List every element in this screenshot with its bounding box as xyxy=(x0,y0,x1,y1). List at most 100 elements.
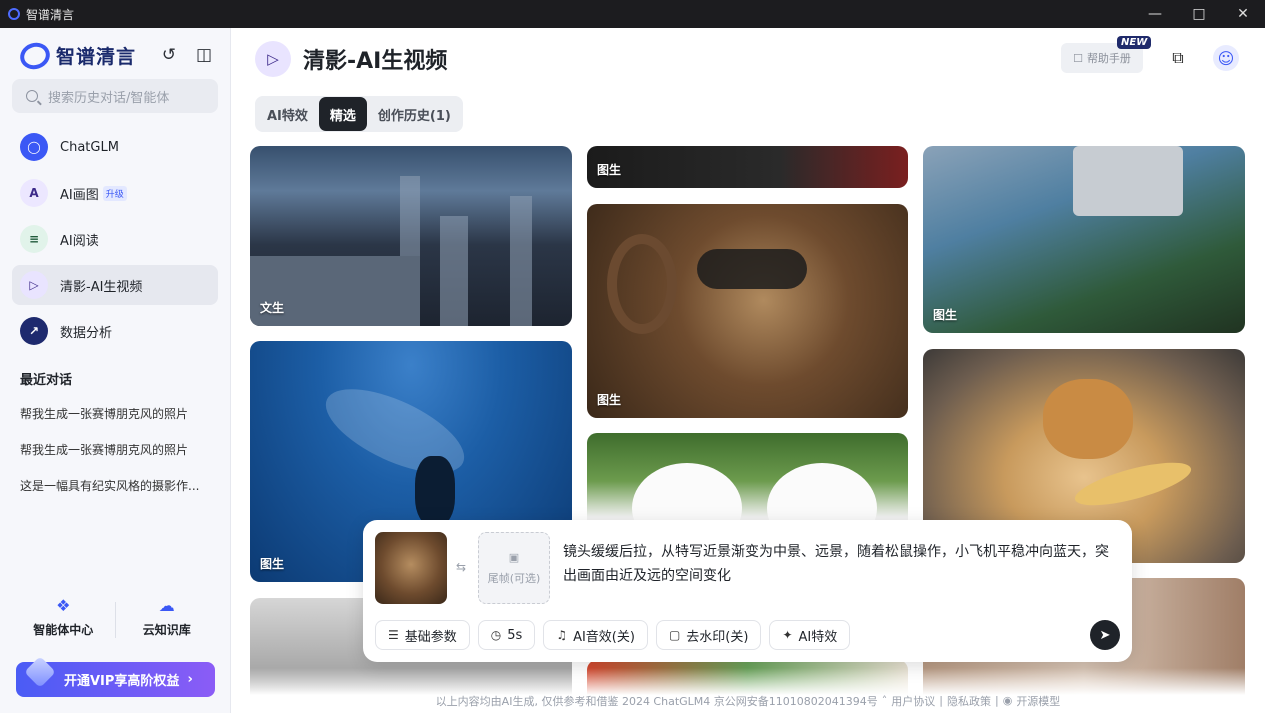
tab-ai-effects[interactable]: AI特效 xyxy=(256,97,319,131)
tab-history[interactable]: 创作历史(1) xyxy=(367,97,462,131)
basic-params-button[interactable]: ☰ 基础参数 xyxy=(375,620,470,650)
gallery-card[interactable]: 图生 xyxy=(587,204,908,418)
window-title: 智谱清言 xyxy=(26,7,75,22)
building-shape xyxy=(440,216,468,326)
option-label: 基础参数 xyxy=(404,629,457,645)
ai-sound-button[interactable]: ♫ AI音效(关) xyxy=(543,620,648,650)
page-title: 清影-AI生视频 xyxy=(303,49,448,74)
clock-icon: ◷ xyxy=(490,628,502,642)
music-off-icon: ♫ xyxy=(556,628,568,642)
vip-upgrade-button[interactable]: 开通VIP享高阶权益 › xyxy=(16,656,215,697)
user-avatar[interactable]: ☺ xyxy=(1213,45,1239,71)
duration-button[interactable]: ◷ 5s xyxy=(477,620,536,650)
search-placeholder: 搜索历史对话/智能体 xyxy=(48,90,170,106)
tab-featured[interactable]: 精选 xyxy=(318,97,367,131)
video-play-icon: ▷ xyxy=(20,271,48,299)
help-icon: ☐ xyxy=(1073,51,1083,65)
card-type-label: 图生 xyxy=(933,308,958,322)
gallery-card[interactable]: 图生 xyxy=(923,146,1245,333)
main-panel: 文生 图生 图生 图生 图生 ▷ 清影-AI生视频 ☐ 帮助手册 NEW ⧉ ☺ xyxy=(231,28,1265,713)
data-chart-icon: ↗ xyxy=(20,317,48,345)
start-frame-thumbnail[interactable] xyxy=(375,532,447,604)
ai-read-icon: ≡ xyxy=(20,225,48,253)
sidebar-item-video[interactable]: ▷ 清影-AI生视频 xyxy=(12,265,218,305)
search-icon xyxy=(26,90,38,102)
search-input[interactable]: 搜索历史对话/智能体 xyxy=(12,79,218,113)
chevron-up-icon: ˄ xyxy=(881,694,888,707)
sidebar-nav: ◯ ChatGLM A AI画图 升级 ≡ AI阅读 ▷ 清影-AI生视频 ↗ … xyxy=(12,127,218,357)
footer-text: 以上内容均由AI生成, 仅供参考和借鉴 2024 ChatGLM4 京公网安备1… xyxy=(435,694,878,708)
send-button[interactable]: ➤ xyxy=(1090,620,1120,650)
recent-item[interactable]: 帮我生成一张赛博朋克风的照片 xyxy=(20,441,216,458)
gallery-card[interactable]: 图生 xyxy=(587,146,908,188)
building-shape xyxy=(510,196,532,326)
sidebar-item-ai-read[interactable]: ≡ AI阅读 xyxy=(12,219,218,259)
window-switch-icon[interactable]: ⧉ xyxy=(1165,45,1191,71)
sidebar-item-label: 清影-AI生视频 xyxy=(60,279,143,295)
knowledge-base-button[interactable]: ☁ 云知识库 xyxy=(116,596,219,646)
watermark-icon: ▢ xyxy=(668,628,681,642)
agent-center-label: 智能体中心 xyxy=(33,623,94,637)
bottom-links: ❖ 智能体中心 ☁ 云知识库 xyxy=(12,596,218,646)
history-icon[interactable]: ↺ xyxy=(158,44,180,66)
footer-link[interactable]: 用户协议 xyxy=(891,693,935,709)
diver-shape xyxy=(415,456,455,526)
close-button[interactable]: ✕ xyxy=(1221,0,1265,28)
chatglm-icon: ◯ xyxy=(20,133,48,161)
sidebar-item-label: AI阅读 xyxy=(60,233,99,249)
prompt-composer: ⇆ ▣ 尾帧(可选) 镜头缓缓后拉，从特写近景渐变为中景、远景，随着松鼠操作，小… xyxy=(363,520,1132,662)
goggles-shape xyxy=(697,249,807,289)
sidebar-item-label: ChatGLM xyxy=(60,139,119,155)
brand-name: 智谱清言 xyxy=(56,46,137,68)
magic-icon: ✦ xyxy=(782,628,793,642)
card-type-label: 图生 xyxy=(260,557,285,571)
sliders-icon: ☰ xyxy=(388,628,399,642)
sidebar-item-data-analysis[interactable]: ↗ 数据分析 xyxy=(12,311,218,351)
sidebar-item-chatglm[interactable]: ◯ ChatGLM xyxy=(12,127,218,167)
option-bar: ☰ 基础参数 ◷ 5s ♫ AI音效(关) ▢ 去水印(关) ✦ AI特效 xyxy=(375,620,851,650)
agent-center-button[interactable]: ❖ 智能体中心 xyxy=(12,596,115,646)
prompt-input[interactable]: 镜头缓缓后拉，从特写近景渐变为中景、远景，随着松鼠操作，小飞机平稳冲向蓝天，突出… xyxy=(563,540,1118,588)
gallery-card[interactable]: 文生 xyxy=(250,146,572,326)
recent-item[interactable]: 这是一幅具有纪实风格的摄影作... xyxy=(20,477,216,494)
vip-gem-icon xyxy=(24,656,56,688)
new-badge: NEW xyxy=(1117,36,1152,49)
sidebar-item-ai-draw[interactable]: A AI画图 升级 xyxy=(12,173,218,213)
porthole-shape xyxy=(607,234,677,334)
knowledge-base-label: 云知识库 xyxy=(142,623,191,637)
train-shape xyxy=(1073,146,1183,216)
sidebar-item-label: AI画图 xyxy=(60,187,99,203)
maximize-button[interactable]: □ xyxy=(1177,0,1221,28)
brand-logo[interactable]: 智谱清言 xyxy=(16,38,137,73)
cloud-icon: ☁ xyxy=(158,596,175,615)
option-label: 去水印(关) xyxy=(686,629,749,645)
footer-link[interactable]: 隐私政策 xyxy=(947,693,991,709)
help-label: 帮助手册 xyxy=(1086,52,1131,65)
ai-effects-button[interactable]: ✦ AI特效 xyxy=(769,620,851,650)
footer: 以上内容均由AI生成, 仅供参考和借鉴 2024 ChatGLM4 京公网安备1… xyxy=(231,688,1265,713)
page-header: ▷ 清影-AI生视频 ☐ 帮助手册 NEW ⧉ ☺ AI特效 精选 创作历史(1… xyxy=(231,28,1265,146)
video-play-icon: ▷ xyxy=(255,41,291,77)
option-label: 5s xyxy=(507,627,523,643)
end-frame-upload[interactable]: ▣ 尾帧(可选) xyxy=(478,532,550,604)
recent-title: 最近对话 xyxy=(20,373,73,388)
toggle-sidebar-icon[interactable]: ◫ xyxy=(193,44,215,66)
github-icon: ◉ xyxy=(1002,694,1013,707)
sidebar: 智谱清言 ↺ ◫ 搜索历史对话/智能体 ◯ ChatGLM A AI画图 升级 … xyxy=(0,28,231,713)
window-titlebar: 智谱清言 — □ ✕ xyxy=(0,0,1265,28)
divider: | xyxy=(994,694,999,707)
chevron-right-icon: › xyxy=(187,672,193,687)
grid-icon: ❖ xyxy=(56,596,71,615)
dog-shape xyxy=(1043,379,1133,459)
surfboard-shape xyxy=(1071,453,1195,515)
footer-link[interactable]: 开源模型 xyxy=(1016,693,1060,709)
swap-frames-icon[interactable]: ⇆ xyxy=(456,560,466,574)
minimize-button[interactable]: — xyxy=(1133,0,1177,28)
end-frame-label: 尾帧(可选) xyxy=(487,571,541,585)
watermark-button[interactable]: ▢ 去水印(关) xyxy=(655,620,762,650)
divider: | xyxy=(939,694,943,707)
tab-bar: AI特效 精选 创作历史(1) xyxy=(255,96,463,132)
option-label: AI音效(关) xyxy=(573,629,635,645)
recent-item[interactable]: 帮我生成一张赛博朋克风的照片 xyxy=(20,405,216,422)
card-type-label: 图生 xyxy=(597,393,622,407)
